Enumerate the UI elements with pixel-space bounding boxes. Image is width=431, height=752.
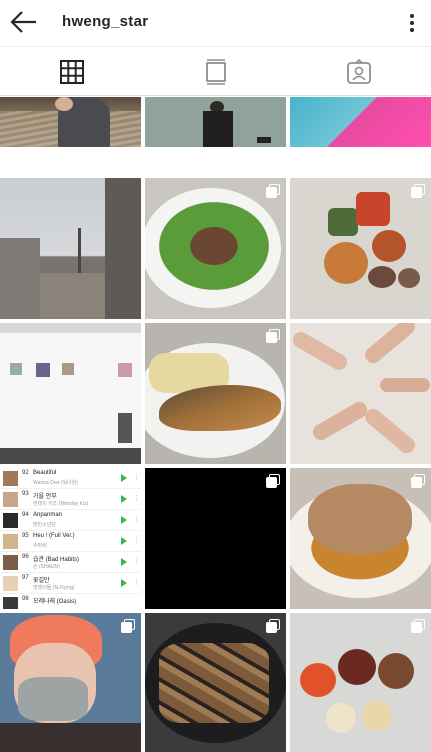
post-thumbnail[interactable] <box>290 178 431 319</box>
multiple-photos-icon <box>266 619 280 633</box>
multiple-photos-icon <box>411 474 425 488</box>
song-artist: Wanna One (워너원) <box>33 480 79 486</box>
play-icon <box>121 537 127 545</box>
song-artist: 방탄소년단 <box>33 522 57 528</box>
multiple-photos-icon <box>266 184 280 198</box>
post-thumbnail[interactable] <box>0 97 141 147</box>
more-icon: ⋮ <box>133 516 140 523</box>
post-thumbnail[interactable] <box>0 323 141 464</box>
song-title: Anpanman <box>33 512 63 518</box>
song-number: 96 <box>22 554 29 560</box>
album-art <box>3 576 18 591</box>
post-thumbnail[interactable] <box>290 323 431 464</box>
more-icon: ⋮ <box>133 537 140 544</box>
list-item: 98 모레나래 (Oasis) <box>0 594 141 609</box>
song-title: 꽃길만 <box>33 578 50 584</box>
post-thumbnail[interactable] <box>145 468 286 609</box>
song-title: Beautiful <box>33 470 57 476</box>
more-icon: ⋮ <box>133 474 140 481</box>
list-item: 94 Anpanman 방탄소년단 ⋮ <box>0 510 141 531</box>
album-art <box>3 492 18 507</box>
song-title: 가을 안부 <box>33 494 57 500</box>
song-number: 94 <box>22 512 29 518</box>
post-thumbnail[interactable] <box>145 613 286 752</box>
profile-tabs <box>0 48 431 96</box>
post-thumbnail[interactable] <box>145 97 286 147</box>
post-thumbnail[interactable] <box>145 178 286 319</box>
song-artist: 먼데이 키즈 (Monday Kiz) <box>33 501 89 507</box>
song-title: 모레나래 (Oasis) <box>33 599 77 605</box>
tab-grid[interactable] <box>0 48 144 95</box>
multiple-photos-icon <box>411 619 425 633</box>
post-thumbnail[interactable] <box>290 97 431 147</box>
post-thumbnail[interactable]: 92 Beautiful Wanna One (워너원) ⋮ 93 가을 안부 … <box>0 468 141 609</box>
multiple-photos-icon <box>266 474 280 488</box>
album-art <box>3 534 18 549</box>
song-title: 습관 (Bad Habits) <box>33 557 80 563</box>
post-thumbnail[interactable] <box>145 323 286 464</box>
album-art <box>3 471 18 486</box>
album-art <box>3 513 18 528</box>
playlist-screenshot: 92 Beautiful Wanna One (워너원) ⋮ 93 가을 안부 … <box>0 468 141 609</box>
song-artist: 수퍼비 <box>33 543 47 549</box>
album-art <box>3 555 18 570</box>
post-thumbnail[interactable] <box>290 613 431 752</box>
more-vertical-icon[interactable] <box>405 12 419 34</box>
list-item: 97 꽃길만 멋쟁이들 (N.Flying) ⋮ <box>0 573 141 594</box>
play-icon <box>121 516 127 524</box>
song-number: 97 <box>22 575 29 581</box>
post-thumbnail[interactable] <box>0 613 141 752</box>
album-art <box>3 597 18 609</box>
song-number: 98 <box>22 596 29 602</box>
song-artist: 숀 (SHAUN) <box>33 564 60 570</box>
post-thumbnail[interactable] <box>290 468 431 609</box>
multiple-photos-icon <box>121 619 135 633</box>
post-thumbnail[interactable] <box>0 178 141 319</box>
arrow-left-icon[interactable] <box>10 10 38 34</box>
tab-feed[interactable] <box>144 48 288 95</box>
play-icon <box>121 579 127 587</box>
feed-icon <box>205 58 226 85</box>
grid-icon <box>59 59 84 84</box>
multiple-photos-icon <box>411 184 425 198</box>
multiple-photos-icon <box>266 329 280 343</box>
photo-grid: 92 Beautiful Wanna One (워너원) ⋮ 93 가을 안부 … <box>0 97 431 752</box>
play-icon <box>121 495 127 503</box>
song-artist: 멋쟁이들 (N.Flying) <box>33 585 75 591</box>
tagged-person-icon <box>347 58 372 84</box>
more-icon: ⋮ <box>133 495 140 502</box>
play-icon <box>121 558 127 566</box>
profile-username: hweng_star <box>62 13 149 30</box>
list-item: 93 가을 안부 먼데이 키즈 (Monday Kiz) ⋮ <box>0 489 141 510</box>
song-title: Heu ! (Full Ver.) <box>33 533 75 539</box>
song-number: 93 <box>22 491 29 497</box>
play-icon <box>121 474 127 482</box>
more-icon: ⋮ <box>133 579 140 586</box>
song-number: 92 <box>22 470 29 476</box>
song-number: 95 <box>22 533 29 539</box>
more-icon: ⋮ <box>133 558 140 565</box>
list-item: 96 습관 (Bad Habits) 숀 (SHAUN) ⋮ <box>0 552 141 573</box>
tab-tagged[interactable] <box>287 48 431 95</box>
list-item: 92 Beautiful Wanna One (워너원) ⋮ <box>0 468 141 489</box>
list-item: 95 Heu ! (Full Ver.) 수퍼비 ⋮ <box>0 531 141 552</box>
top-bar: hweng_star <box>0 0 431 47</box>
